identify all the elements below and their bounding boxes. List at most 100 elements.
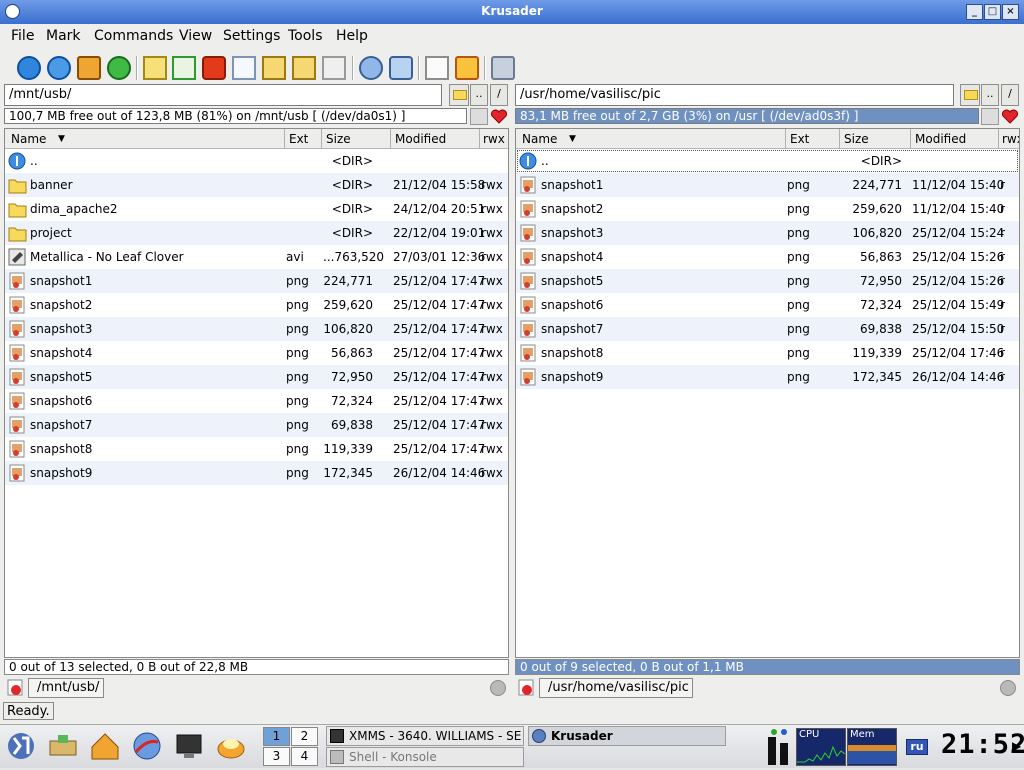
menu-commands[interactable]: Commands (94, 28, 173, 44)
tools-icon[interactable] (491, 56, 515, 80)
left-file-row[interactable]: snapshot4 png 56,863 25/12/04 17:47 rwx (5, 341, 508, 365)
right-col-size[interactable]: Size (844, 132, 869, 146)
left-file-row[interactable]: snapshot5 png 72,950 25/12/04 17:47 rwx (5, 365, 508, 389)
left-col-size[interactable]: Size (326, 132, 351, 146)
info-icon[interactable] (47, 56, 71, 80)
left-root-button[interactable]: / (490, 84, 508, 106)
right-file-row[interactable]: snapshot4 png 56,863 25/12/04 15:26 r (516, 245, 1019, 269)
keyboard-layout[interactable]: ru (906, 739, 928, 755)
cpu-monitor[interactable]: CPU (796, 728, 846, 766)
left-file-row[interactable]: snapshot8 png 119,339 25/12/04 17:47 rwx (5, 437, 508, 461)
left-col-modified[interactable]: Modified (395, 132, 446, 146)
office-icon[interactable] (214, 729, 248, 763)
desktop-icon[interactable] (46, 729, 80, 763)
left-file-row[interactable]: snapshot2 png 259,620 25/12/04 17:47 rwx (5, 293, 508, 317)
memory-monitor[interactable]: Mem (847, 728, 897, 766)
task-xmms[interactable]: XMMS - 3640. WILLIAMS - SE (326, 726, 524, 746)
menu-help[interactable]: Help (336, 28, 368, 44)
left-file-row[interactable]: snapshot6 png 72,324 25/12/04 17:47 rwx (5, 389, 508, 413)
maximize-button[interactable]: □ (984, 4, 1001, 20)
right-file-row[interactable]: snapshot7 png 69,838 25/12/04 15:50 r (516, 317, 1019, 341)
left-favorite-icon[interactable] (490, 108, 508, 125)
browser-icon[interactable] (130, 729, 164, 763)
left-bookmark-button[interactable] (449, 84, 469, 106)
check-icon[interactable] (172, 56, 196, 80)
left-file-row[interactable]: Metallica - No Leaf Clover avi ...763,520 2… (5, 245, 508, 269)
right-path-input[interactable]: /usr/home/vasilisc/pic (515, 84, 954, 106)
right-favorite-icon[interactable] (1001, 108, 1019, 125)
terminal-icon[interactable] (172, 729, 206, 763)
right-media-icon[interactable] (981, 108, 999, 125)
desktop-4-button[interactable]: 4 (291, 747, 318, 766)
kde-menu-icon[interactable] (4, 729, 38, 763)
left-col-perms[interactable]: rwx (483, 132, 505, 146)
move-right-icon[interactable] (292, 56, 316, 80)
left-path-input[interactable]: /mnt/usb/ (4, 84, 442, 106)
volume-control-icon[interactable] (762, 727, 792, 767)
left-file-row[interactable]: snapshot7 png 69,838 25/12/04 17:47 rwx (5, 413, 508, 437)
delete-icon[interactable] (202, 56, 226, 80)
right-panel-menu-icon[interactable] (517, 679, 537, 697)
menu-settings[interactable]: Settings (223, 28, 280, 44)
clock[interactable]: 21:52 (941, 729, 1024, 763)
menu-tools[interactable]: Tools (288, 28, 323, 44)
minimize-button[interactable]: _ (966, 4, 983, 20)
right-file-panel[interactable]: Name ▼ Ext Size Modified rwx .. <DIR> snap… (515, 128, 1020, 658)
right-file-row[interactable]: .. <DIR> (516, 149, 1019, 173)
duplicate-icon[interactable] (322, 56, 346, 80)
right-bookmark-button[interactable] (960, 84, 980, 106)
right-col-modified[interactable]: Modified (915, 132, 966, 146)
left-file-row[interactable]: banner <DIR> 21/12/04 15:58 rwx (5, 173, 508, 197)
copy-doc-icon[interactable] (143, 56, 167, 80)
remote-drive-icon[interactable] (389, 56, 413, 80)
right-tab[interactable]: /usr/home/vasilisc/pic (539, 678, 693, 698)
left-media-icon[interactable] (470, 108, 488, 125)
right-file-row[interactable]: snapshot3 png 106,820 25/12/04 15:24 r (516, 221, 1019, 245)
right-up-button[interactable]: .. (981, 84, 999, 106)
left-file-row[interactable]: snapshot1 png 224,771 25/12/04 17:47 rwx (5, 269, 508, 293)
left-file-panel[interactable]: Name ▼ Ext Size Modified rwx .. <DIR> bann… (4, 128, 509, 658)
right-file-row[interactable]: snapshot1 png 224,771 11/12/04 15:40 r (516, 173, 1019, 197)
task-konsole[interactable]: Shell - Konsole (326, 747, 524, 767)
left-file-row[interactable]: project <DIR> 22/12/04 19:01 rwx (5, 221, 508, 245)
left-up-button[interactable]: .. (470, 84, 488, 106)
refresh-icon[interactable] (107, 56, 131, 80)
home-icon[interactable] (77, 56, 101, 80)
blank-page-icon[interactable] (425, 56, 449, 80)
menu-mark[interactable]: Mark (46, 28, 81, 44)
sync-icon[interactable] (359, 56, 383, 80)
right-col-ext[interactable]: Ext (790, 132, 809, 146)
move-left-icon[interactable] (262, 56, 286, 80)
edit-icon[interactable] (455, 56, 479, 80)
left-file-row[interactable]: .. <DIR> (5, 149, 508, 173)
right-file-row[interactable]: snapshot2 png 259,620 11/12/04 15:40 r (516, 197, 1019, 221)
right-file-row[interactable]: snapshot6 png 72,324 25/12/04 15:49 r (516, 293, 1019, 317)
left-file-row[interactable]: snapshot3 png 106,820 25/12/04 17:47 rwx (5, 317, 508, 341)
new-file-icon[interactable] (232, 56, 256, 80)
right-col-name[interactable]: Name (522, 132, 557, 146)
left-col-name[interactable]: Name (11, 132, 46, 146)
menu-view[interactable]: View (179, 28, 212, 44)
right-file-row[interactable]: snapshot5 png 72,950 25/12/04 15:26 r (516, 269, 1019, 293)
desktop-3-button[interactable]: 3 (263, 747, 290, 766)
left-file-row[interactable]: dima_apache2 <DIR> 24/12/04 20:51 rwx (5, 197, 508, 221)
right-file-row[interactable]: snapshot9 png 172,345 26/12/04 14:46 r (516, 365, 1019, 389)
home-folder-icon[interactable] (88, 729, 122, 763)
left-file-row[interactable]: snapshot9 png 172,345 26/12/04 14:46 rwx (5, 461, 508, 485)
menu-file[interactable]: File (11, 28, 34, 44)
left-tab[interactable]: /mnt/usb/ (28, 678, 104, 698)
left-panel-menu-icon[interactable] (6, 679, 26, 697)
left-col-ext[interactable]: Ext (289, 132, 308, 146)
task-krusader[interactable]: Krusader (528, 726, 726, 746)
taskbar-scroll-icon[interactable]: ▶ (1012, 739, 1021, 753)
right-file-row[interactable]: snapshot8 png 119,339 25/12/04 17:46 r (516, 341, 1019, 365)
desktop-2-button[interactable]: 2 (291, 727, 318, 746)
right-close-tab-icon[interactable] (1000, 680, 1016, 696)
right-root-button[interactable]: / (1001, 84, 1019, 106)
title-bar[interactable]: Krusader _ □ × (0, 0, 1024, 24)
close-button[interactable]: × (1002, 4, 1019, 20)
right-col-perms[interactable]: rwx (1002, 132, 1019, 146)
back-icon[interactable] (17, 56, 41, 80)
left-close-tab-icon[interactable] (490, 680, 506, 696)
desktop-1-button[interactable]: 1 (263, 727, 290, 746)
